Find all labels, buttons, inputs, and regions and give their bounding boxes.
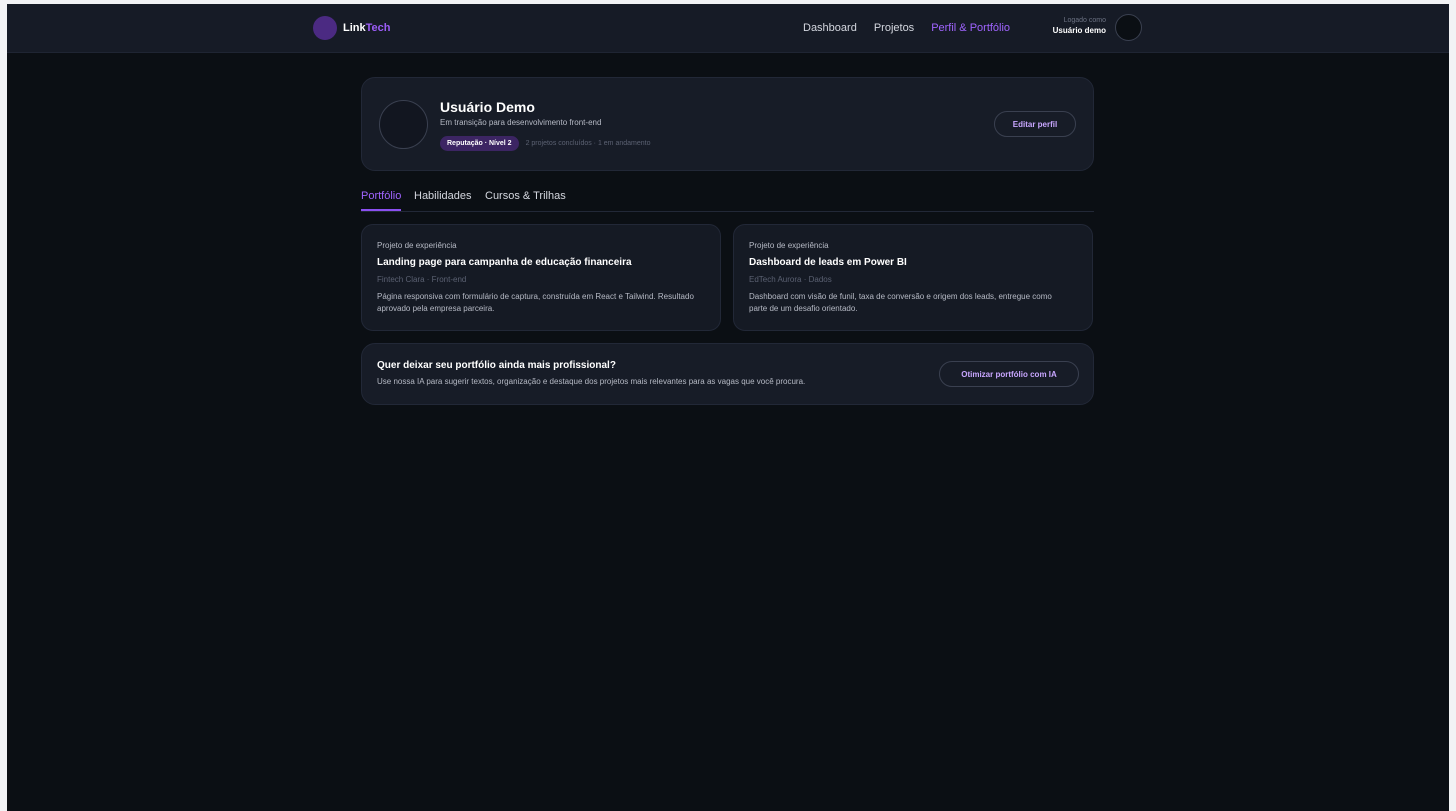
project-org: EdTech Aurora · Dados — [749, 275, 832, 284]
top-navbar: LinkTech Dashboard Projetos Perfil & Por… — [7, 4, 1449, 53]
tab-habilidades[interactable]: Habilidades — [414, 190, 471, 209]
cta-text: Use nossa IA para sugerir textos, organi… — [377, 377, 806, 386]
nav-link-projetos[interactable]: Projetos — [874, 22, 914, 34]
project-description: Dashboard com visão de funil, taxa de co… — [749, 292, 1052, 313]
project-title: Landing page para campanha de educação f… — [377, 257, 632, 268]
profile-avatar — [379, 100, 428, 149]
project-title: Dashboard de leads em Power BI — [749, 257, 907, 268]
brand-name-main: Link — [343, 22, 366, 34]
cta-title: Quer deixar seu portfólio ainda mais pro… — [377, 360, 616, 371]
brand-logo — [313, 16, 337, 40]
brand[interactable]: LinkTech — [313, 16, 390, 40]
nav-links: Dashboard Projetos Perfil & Portfólio — [803, 22, 1027, 34]
nav-link-dashboard[interactable]: Dashboard — [803, 22, 857, 34]
brand-name: LinkTech — [343, 22, 390, 34]
profile-subtitle: Em transição para desenvolvimento front-… — [440, 118, 602, 127]
project-card[interactable]: Projeto de experiência Landing page para… — [361, 224, 721, 331]
optimize-portfolio-button[interactable]: Otimizar portfólio com IA — [939, 361, 1079, 387]
project-kicker: Projeto de experiência — [749, 241, 829, 250]
profile-tabs: Portfólio Habilidades Cursos & Trilhas — [361, 190, 1094, 212]
projects-summary: 2 projetos concluídos · 1 em andamento — [525, 140, 651, 147]
nav-link-perfil-portfolio[interactable]: Perfil & Portfólio — [931, 22, 1010, 34]
edit-profile-button[interactable]: Editar perfil — [994, 111, 1076, 137]
reputation-badge: Reputação · Nível 2 — [440, 136, 519, 151]
profile-name: Usuário Demo — [440, 99, 535, 115]
user-caption: Logado como — [1063, 17, 1106, 24]
brand-name-accent: Tech — [365, 22, 391, 34]
user-name: Usuário demo — [1052, 26, 1106, 35]
tab-cursos-trilhas[interactable]: Cursos & Trilhas — [485, 190, 566, 209]
project-card[interactable]: Projeto de experiência Dashboard de lead… — [733, 224, 1093, 331]
profile-card: Usuário Demo Em transição para desenvolv… — [361, 77, 1094, 171]
app-viewport: LinkTech Dashboard Projetos Perfil & Por… — [7, 4, 1449, 811]
ai-optimize-cta: Quer deixar seu portfólio ainda mais pro… — [361, 343, 1094, 405]
profile-meta: Reputação · Nível 2 2 projetos concluído… — [440, 136, 650, 151]
project-org: Fintech Clara · Front-end — [377, 275, 467, 284]
user-info: Logado como Usuário demo — [1045, 17, 1106, 35]
project-kicker: Projeto de experiência — [377, 241, 457, 250]
project-description: Página responsiva com formulário de capt… — [377, 292, 694, 313]
tab-portfolio[interactable]: Portfólio — [361, 190, 402, 211]
user-avatar[interactable] — [1115, 14, 1142, 41]
